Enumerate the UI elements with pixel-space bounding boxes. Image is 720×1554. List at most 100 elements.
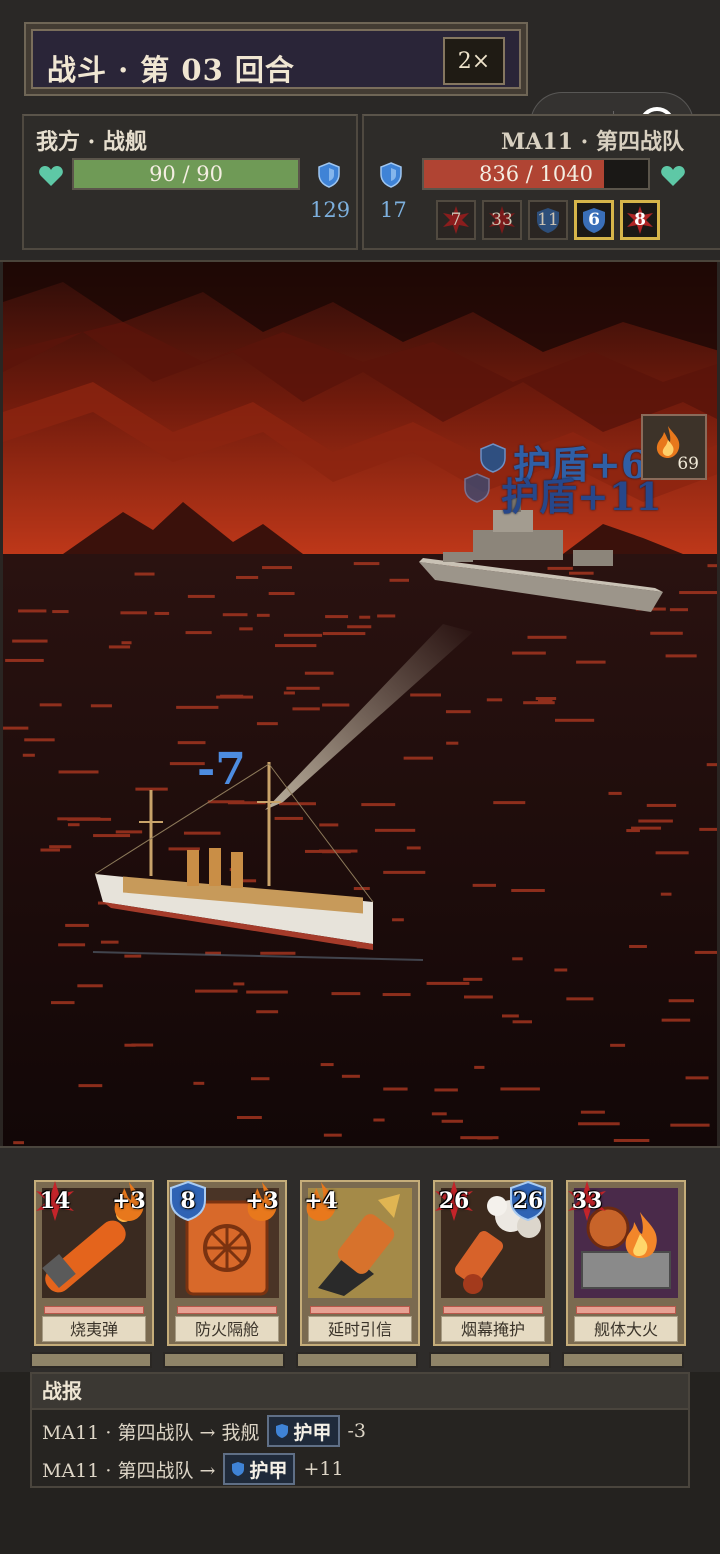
log-entry: MA11 · 第四战队 → 我舰 护甲 -3 [42,1414,366,1448]
wave-glint [383,1087,408,1091]
card-hull-fire[interactable]: 33 舰体大火 [566,1180,686,1346]
wave-glint [58,770,99,774]
enemy-status-row: 7 33 11 6 8 [436,200,660,240]
battle-log: 战报 MA11 · 第四战队 → 我舰 护甲 -3 MA11 · 第四战队 → … [30,1372,690,1488]
status-chip-active[interactable]: 6 [574,200,614,240]
wave-glint [576,660,606,664]
card-slot [296,1352,418,1368]
card-name: 烟幕掩护 [441,1316,545,1342]
wave-glint [486,698,503,702]
wave-glint [580,1110,605,1114]
wave-glint [304,671,334,675]
wave-glint [67,823,80,827]
wave-glint [292,707,320,711]
wave-glint [236,575,259,579]
wave-glint [108,645,131,649]
player-hp-text: 90 / 90 [149,162,223,186]
wave-glint [670,1123,710,1127]
wave-glint [646,803,677,807]
wave-glint [359,615,371,619]
wave-glint [52,610,69,614]
wave-glint [535,697,557,701]
wave-glint [236,1116,262,1120]
wave-glint [176,705,219,709]
floating-shield-gain: 护盾+11 [501,474,662,519]
wave-glint [610,1043,626,1047]
card-slot [562,1352,684,1368]
wave-glint [283,633,323,637]
enemy-panel: MA11 · 第四战队 836 / 1040 17 7 33 11 6 8 [362,114,720,250]
wave-glint [124,954,142,958]
round-title-bar: 战斗 · 第 03 回合 2× [24,22,528,96]
wave-glint [58,943,86,947]
wave-glint [268,592,295,596]
wave-glint [341,1074,360,1078]
wave-glint [195,989,238,993]
wave-glint [613,1138,650,1142]
wave-glint [256,1010,279,1014]
wave-glint [323,1133,342,1137]
card-damage: 33 [571,1188,603,1214]
wave-glint [121,641,132,645]
wave-glint [474,1065,485,1069]
enemy-burn-badge[interactable]: 69 [641,414,707,480]
wave-glint [361,803,396,807]
speed-toggle-button[interactable]: 2× [443,37,505,85]
player-hp-bar: 90 / 90 [72,158,300,190]
card-smoke-screen[interactable]: 26 26 烟幕掩护 [433,1180,553,1346]
wave-glint [554,968,568,972]
status-chip-active[interactable]: 8 [620,200,660,240]
wave-glint [512,651,546,655]
wave-glint [51,1001,75,1005]
card-burn: +3 [112,1188,146,1214]
wave-glint [233,982,245,986]
card-name: 舰体大火 [574,1316,678,1342]
wave-glint [347,625,372,629]
shield-icon [464,473,490,503]
wave-glint [463,977,483,981]
card-hand: 14 +3 烧夷弹 8 +3 防火隔舱 +4 延时引信 26 26 烟幕掩护 3… [0,1146,720,1372]
status-chip[interactable]: 7 [436,200,476,240]
card-burn: +3 [245,1188,279,1214]
card-incendiary-shell[interactable]: 14 +3 烧夷弹 [34,1180,154,1346]
wave-glint [661,1018,691,1022]
wave-glint [569,571,594,575]
enemy-block-value: 17 [380,198,407,222]
card-block: 8 [180,1188,196,1214]
card-fire-bulkhead[interactable]: 8 +3 防火隔舱 [167,1180,287,1346]
wave-glint [493,801,526,805]
wave-glint [274,816,303,820]
status-chip[interactable]: 33 [482,200,522,240]
sea-background [3,262,717,1146]
card-name: 烧夷弹 [42,1316,146,1342]
card-delayed-fuse[interactable]: +4 延时引信 [300,1180,420,1346]
wave-glint [638,819,673,823]
wave-glint [239,627,253,631]
wave-glint [18,609,47,613]
card-damage: 14 [39,1188,71,1214]
card-slot [163,1352,285,1368]
wave-glint [77,984,103,988]
wave-glint [512,1020,532,1024]
wave-glint [115,830,143,834]
player-name: 我方 · 战舰 [36,129,147,155]
card-burn: +4 [304,1188,338,1214]
wave-glint [39,703,62,707]
wave-glint [5,658,44,662]
wave-glint [650,631,683,635]
wave-glint [406,846,421,850]
wave-glint [655,851,689,855]
burn-count: 69 [677,454,699,474]
status-chip[interactable]: 11 [528,200,568,240]
wave-glint [304,849,323,853]
shield-icon [232,1462,245,1476]
heart-icon [39,166,63,186]
wave-glint [93,834,131,838]
wave-glint [500,1087,540,1091]
wave-glint [527,635,567,639]
wave-glint [512,957,523,961]
wave-glint [668,999,694,1003]
battle-header: 战斗 · 第 03 回合 2× 我方 · 战舰 90 / 90 129 MA11… [0,0,720,262]
wave-glint [322,632,366,636]
battle-scene: 护盾+6 护盾+11 -7 69 [0,262,720,1146]
